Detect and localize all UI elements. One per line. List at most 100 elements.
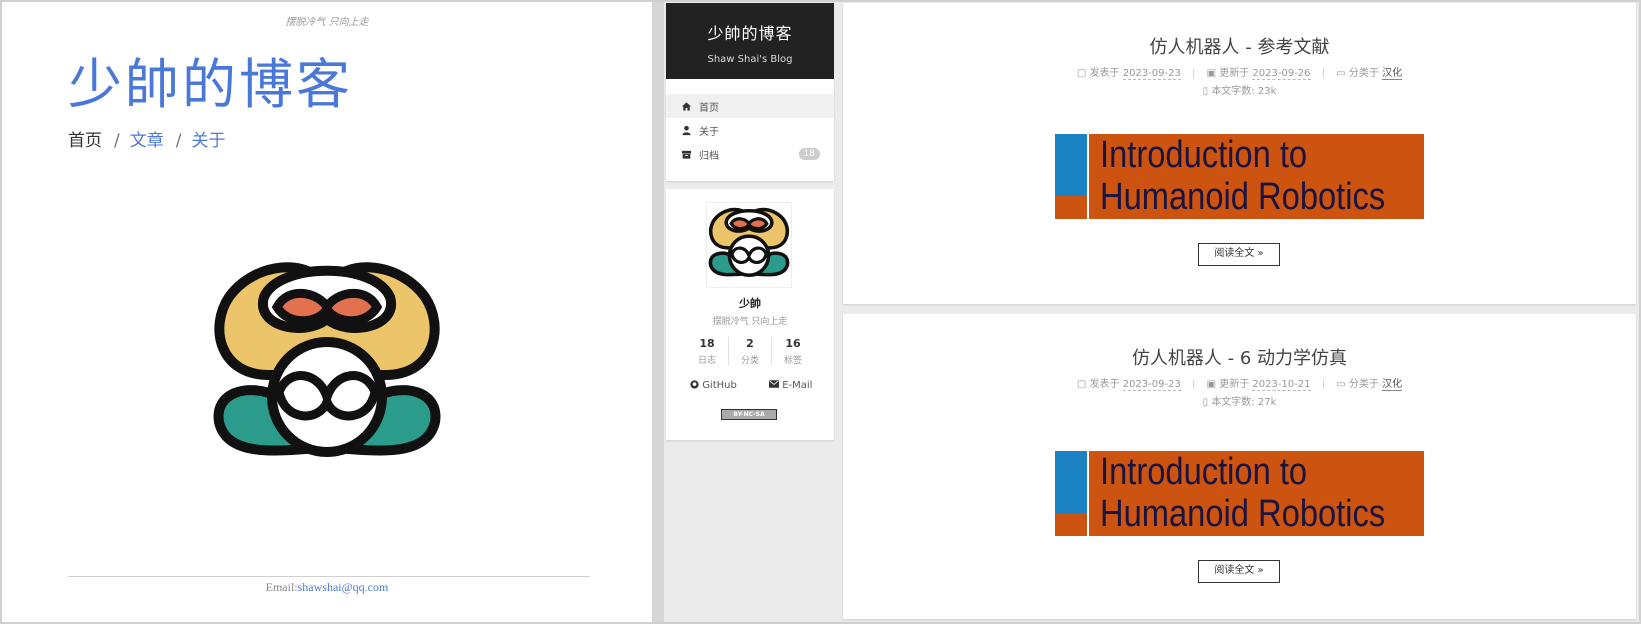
banner-blue-block bbox=[1055, 451, 1087, 513]
updated-label: 更新于 bbox=[1219, 379, 1250, 390]
read-more-button[interactable]: 阅读全文 » bbox=[1198, 560, 1280, 583]
stat-label: 分类 bbox=[740, 356, 759, 366]
nav-home[interactable]: 首页 bbox=[68, 131, 102, 151]
banner-text: Introduction to Humanoid Robotics bbox=[1100, 134, 1385, 218]
sidebar-menu: 首页 关于 归档 18 bbox=[666, 79, 834, 181]
panel-divider bbox=[652, 2, 664, 622]
menu-item-home[interactable]: 首页 bbox=[666, 94, 834, 118]
posted-label: 发表于 bbox=[1089, 68, 1120, 79]
banner-divider bbox=[1087, 451, 1089, 536]
page-title[interactable]: 少帥的博客 bbox=[68, 40, 353, 119]
nav-articles[interactable]: 文章 bbox=[130, 131, 164, 151]
wordcount-value: 27k bbox=[1257, 397, 1277, 408]
github-label: GitHub bbox=[702, 380, 737, 391]
stat-count: 2 bbox=[746, 337, 754, 350]
updated-label: 更新于 bbox=[1219, 68, 1250, 79]
category-link[interactable]: 汉化 bbox=[1382, 68, 1403, 80]
email-link[interactable]: E-Mail bbox=[769, 380, 812, 391]
meta-divider: | bbox=[1321, 379, 1326, 390]
archive-count-badge: 18 bbox=[798, 148, 820, 160]
cc-license-badge[interactable]: BY-NC-SA bbox=[721, 409, 777, 420]
logo-icon bbox=[213, 262, 441, 457]
avatar bbox=[706, 202, 792, 288]
updated-date: 2023-10-21 bbox=[1252, 379, 1311, 391]
nav-about[interactable]: 关于 bbox=[191, 131, 225, 151]
banner-line: Humanoid Robotics bbox=[1100, 493, 1386, 535]
post-wordcount: ▯ 本文字数: 23k bbox=[843, 82, 1636, 97]
menu-item-label: 关于 bbox=[699, 126, 719, 138]
file-icon: ▯ bbox=[1202, 86, 1209, 97]
footer-email-label: Email: bbox=[265, 580, 298, 594]
stat-count: 18 bbox=[699, 337, 715, 350]
archive-icon bbox=[681, 150, 692, 159]
menu-item-archive[interactable]: 归档 18 bbox=[666, 142, 834, 166]
calendar-check-icon: ▣ bbox=[1206, 379, 1217, 390]
updated-date: 2023-09-26 bbox=[1252, 68, 1311, 80]
post-meta: ▢ 发表于 2023-09-23 | ▣ 更新于 2023-10-21 | ▭ … bbox=[843, 375, 1636, 391]
email-label: E-Mail bbox=[782, 380, 813, 391]
post-card: 仿人机器人 - 参考文献 ▢ 发表于 2023-09-23 | ▣ 更新于 20… bbox=[843, 3, 1636, 304]
author-stats: 18 日志 2 分类 16 标签 bbox=[686, 337, 814, 366]
post-meta: ▢ 发表于 2023-09-23 | ▣ 更新于 2023-09-26 | ▭ … bbox=[843, 64, 1636, 80]
footer-email-link[interactable]: shawshai@qq.com bbox=[298, 580, 389, 594]
author-description: 摆脱冷气 只向上走 bbox=[712, 317, 788, 327]
meta-divider: | bbox=[1192, 68, 1196, 79]
banner-divider bbox=[1087, 134, 1089, 219]
banner-line: Introduction to bbox=[1100, 451, 1308, 493]
folder-icon: ▭ bbox=[1336, 379, 1346, 390]
user-icon bbox=[682, 125, 691, 135]
post-title[interactable]: 仿人机器人 - 6 动力学仿真 bbox=[843, 344, 1636, 370]
wordcount-label: 本文字数: bbox=[1211, 397, 1255, 408]
banner-text: Introduction to Humanoid Robotics bbox=[1100, 451, 1385, 535]
stat-posts[interactable]: 18 日志 bbox=[686, 337, 728, 366]
left-page: 摆脱冷气 只向上走 少帥的博客 首页 / 文章 / 关于 Email:shawshai@… bbox=[2, 2, 652, 622]
menu-item-label: 首页 bbox=[699, 102, 719, 114]
banner-line: Humanoid Robotics bbox=[1100, 176, 1386, 218]
nav-separator: / bbox=[114, 131, 120, 151]
home-icon bbox=[681, 101, 692, 111]
post-banner-image: Introduction to Humanoid Robotics bbox=[1055, 451, 1424, 536]
stat-count: 16 bbox=[785, 337, 801, 350]
category-link[interactable]: 汉化 bbox=[1382, 379, 1403, 391]
author-name: 少帥 bbox=[739, 297, 761, 310]
github-icon bbox=[690, 380, 699, 389]
footer-divider bbox=[68, 576, 590, 577]
category-label: 分类于 bbox=[1348, 379, 1379, 390]
stat-tags[interactable]: 16 标签 bbox=[771, 337, 814, 366]
wordcount-value: 23k bbox=[1257, 86, 1277, 97]
nav-separator: / bbox=[175, 131, 182, 151]
posted-date: 2023-09-23 bbox=[1122, 379, 1181, 391]
meta-divider: | bbox=[1192, 379, 1196, 390]
site-subtitle: Shaw Shai's Blog bbox=[707, 54, 793, 65]
site-motto: 摆脱冷气 只向上走 bbox=[285, 17, 369, 28]
calendar-icon: ▢ bbox=[1076, 379, 1087, 390]
read-more-button[interactable]: 阅读全文 » bbox=[1198, 243, 1280, 266]
envelope-icon bbox=[769, 380, 779, 388]
author-card: 少帥 摆脱冷气 只向上走 18 日志 2 分类 16 标签 GitHub E-M… bbox=[666, 189, 834, 440]
category-label: 分类于 bbox=[1348, 68, 1379, 79]
meta-divider: | bbox=[1321, 68, 1326, 79]
folder-icon: ▭ bbox=[1336, 68, 1346, 79]
stat-categories[interactable]: 2 分类 bbox=[728, 337, 771, 366]
stat-label: 日志 bbox=[697, 356, 716, 366]
sidebar-header: 少帥的博客 Shaw Shai's Blog bbox=[666, 3, 834, 79]
top-nav: 首页 / 文章 / 关于 bbox=[68, 126, 225, 151]
wordcount-label: 本文字数: bbox=[1211, 86, 1255, 97]
footer: Email:shawshai@qq.com bbox=[2, 580, 652, 595]
menu-item-about[interactable]: 关于 bbox=[666, 118, 834, 142]
calendar-check-icon: ▣ bbox=[1206, 68, 1217, 79]
menu-item-label: 归档 bbox=[699, 150, 719, 162]
file-icon: ▯ bbox=[1202, 397, 1209, 408]
post-title[interactable]: 仿人机器人 - 参考文献 bbox=[843, 33, 1636, 59]
banner-line: Introduction to bbox=[1100, 134, 1308, 176]
stat-label: 标签 bbox=[783, 356, 802, 366]
post-wordcount: ▯ 本文字数: 27k bbox=[843, 393, 1636, 408]
posted-label: 发表于 bbox=[1089, 379, 1120, 390]
banner-blue-block bbox=[1055, 134, 1087, 196]
github-link[interactable]: GitHub bbox=[690, 380, 737, 391]
posted-date: 2023-09-23 bbox=[1122, 68, 1181, 80]
post-card: 仿人机器人 - 6 动力学仿真 ▢ 发表于 2023-09-23 | ▣ 更新于… bbox=[843, 314, 1636, 619]
post-banner-image: Introduction to Humanoid Robotics bbox=[1055, 134, 1424, 219]
site-title[interactable]: 少帥的博客 bbox=[666, 20, 834, 44]
calendar-icon: ▢ bbox=[1076, 68, 1087, 79]
